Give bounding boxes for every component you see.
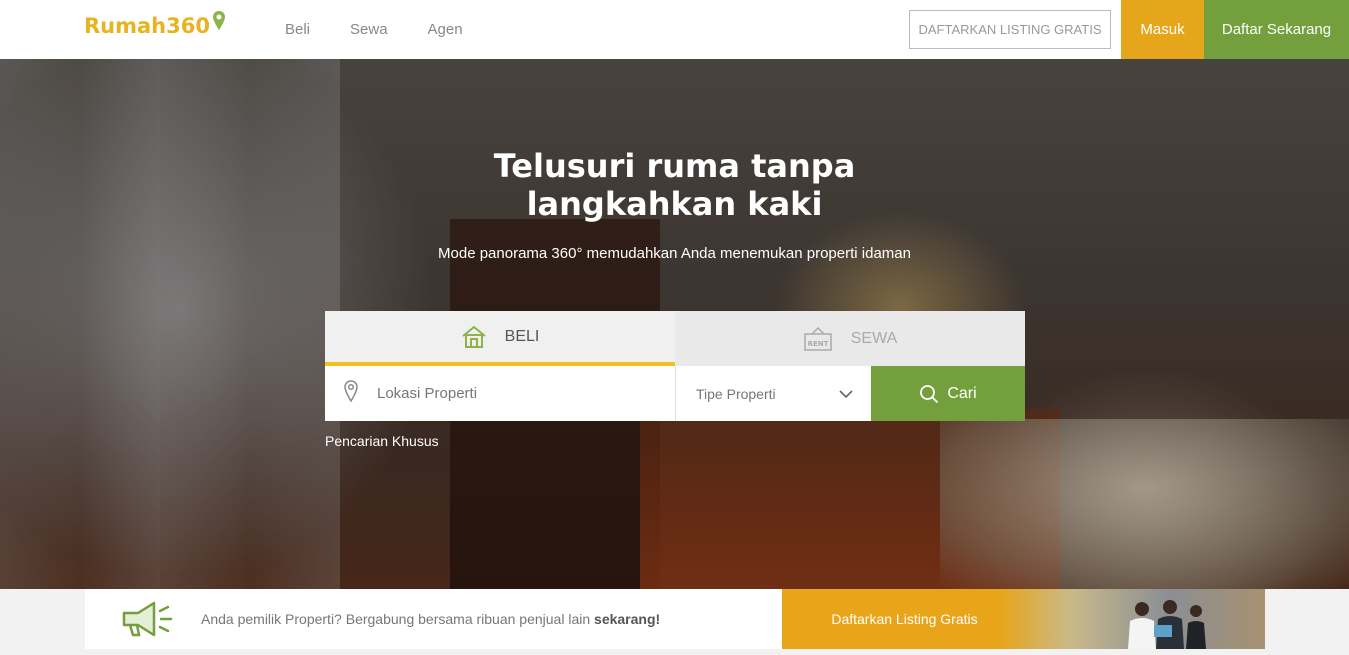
search-icon [919, 384, 939, 404]
register-button[interactable]: Daftar Sekarang [1204, 0, 1349, 59]
location-input[interactable] [377, 385, 657, 402]
login-button[interactable]: Masuk [1121, 0, 1204, 59]
house-icon [461, 325, 487, 349]
location-field[interactable] [325, 366, 675, 421]
search-button[interactable]: Cari [871, 366, 1025, 421]
free-listing-cta[interactable]: Daftarkan Listing Gratis [782, 589, 1265, 649]
banner-text-bold: sekarang! [594, 611, 661, 627]
nav-agen[interactable]: Agen [428, 21, 463, 38]
hero-subtitle: Mode panorama 360° memudahkan Anda menem… [438, 245, 911, 262]
hero-title-line: langkahkan kaki [526, 185, 823, 223]
search-tabs: BELI RENT SEWA [325, 311, 1025, 366]
location-pin-logo-icon [212, 10, 226, 37]
hero-title: Telusuri ruma tanpa langkahkan kaki [0, 147, 1349, 223]
nav-beli[interactable]: Beli [285, 21, 310, 38]
logo[interactable]: Rumah360 [84, 11, 226, 38]
agents-photo [1112, 597, 1222, 654]
main-nav: Beli Sewa Agen [285, 0, 503, 59]
owner-banner: Anda pemilik Properti? Bergabung bersama… [85, 589, 1265, 649]
search-button-label: Cari [947, 384, 977, 402]
rent-sign-icon: RENT [803, 326, 833, 352]
tab-beli[interactable]: BELI [325, 311, 675, 366]
chevron-down-icon [839, 386, 853, 402]
megaphone-icon [118, 597, 178, 646]
property-type-select[interactable]: Tipe Properti [675, 366, 871, 421]
search-bar: Tipe Properti Cari [325, 366, 1025, 421]
banner-text-main: Anda pemilik Properti? Bergabung bersama… [201, 611, 595, 627]
free-listing-button[interactable]: DAFTARKAN LISTING GRATIS [909, 10, 1111, 49]
nav-sewa[interactable]: Sewa [350, 21, 388, 38]
tab-sewa[interactable]: RENT SEWA [675, 311, 1025, 366]
free-listing-cta-label: Daftarkan Listing Gratis [831, 611, 978, 627]
tab-beli-label: BELI [504, 327, 540, 345]
map-pin-icon [343, 379, 359, 408]
property-type-value: Tipe Properti [696, 385, 776, 402]
site-header: Rumah360 Beli Sewa Agen DAFTARKAN LISTIN… [0, 0, 1349, 59]
svg-text:RENT: RENT [807, 340, 828, 348]
banner-text: Anda pemilik Properti? Bergabung bersama… [201, 611, 660, 627]
logo-text: Rumah360 [84, 14, 210, 38]
advanced-search-link[interactable]: Pencarian Khusus [325, 433, 439, 449]
tab-sewa-label: SEWA [850, 329, 898, 347]
hero-title-line: Telusuri ruma tanpa [493, 147, 856, 185]
hero-section: Telusuri ruma tanpa langkahkan kaki Mode… [0, 59, 1349, 589]
